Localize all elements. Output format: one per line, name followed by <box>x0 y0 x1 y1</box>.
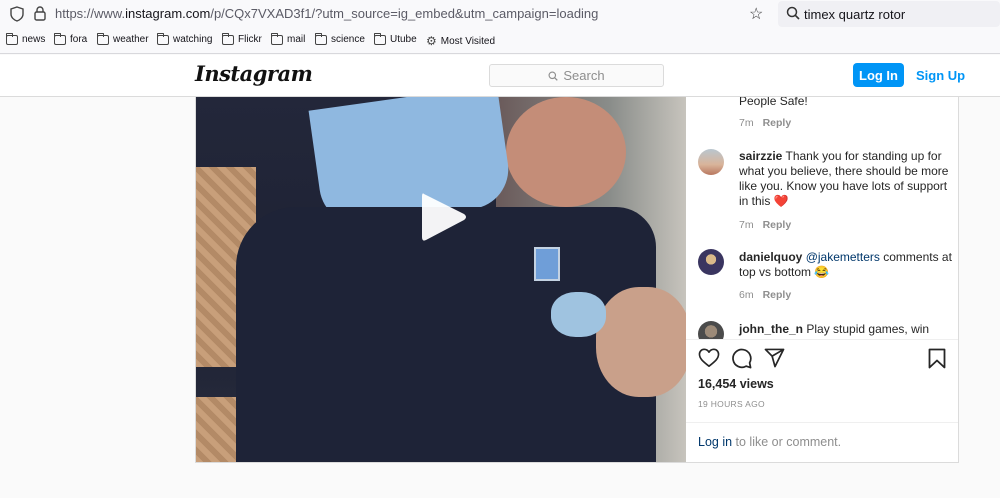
reply-button[interactable]: Reply <box>763 289 792 301</box>
search-icon <box>786 6 800 20</box>
instagram-logo[interactable]: Instagram <box>195 61 313 86</box>
view-count[interactable]: 16,454 views <box>698 377 774 391</box>
bookmark-watching[interactable]: watching <box>157 32 212 45</box>
bookmark-weather[interactable]: weather <box>97 32 149 45</box>
browser-search-field[interactable]: timex quartz rotor <box>778 1 1000 27</box>
post-side-panel: People Safe! 7m Reply sairzzie Thank you … <box>686 97 958 462</box>
comment-text: john_the_n Play stupid games, win <box>739 322 930 336</box>
reply-button[interactable]: Reply <box>763 117 792 129</box>
folder-icon <box>97 32 109 45</box>
folder-icon <box>222 32 234 45</box>
instagram-search-input[interactable]: Search <box>489 64 664 87</box>
mention-link[interactable]: @jakemetters <box>806 250 880 264</box>
comment-age: 7m <box>739 117 754 129</box>
search-query: timex quartz rotor <box>804 7 906 22</box>
bookmark-science[interactable]: science <box>315 32 365 45</box>
bookmark-star-icon[interactable]: ☆ <box>749 4 763 24</box>
share-icon[interactable] <box>764 348 785 368</box>
avatar[interactable] <box>698 321 724 339</box>
video-officer-jacket <box>236 207 656 462</box>
post-actions: 16,454 views 19 HOURS AGO Log in to like… <box>686 339 958 462</box>
browser-url-bar: https://www.instagram.com/p/CQx7VXAD3f1/… <box>0 0 1000 28</box>
comment-icon[interactable] <box>731 348 752 369</box>
comment-text: danielquoy @jakemetters comments at top … <box>739 250 952 279</box>
video-officer-head <box>596 287 686 397</box>
video-figure-head <box>506 97 626 207</box>
comments-list[interactable]: People Safe! 7m Reply sairzzie Thank you … <box>686 97 958 339</box>
video-mask <box>551 292 606 337</box>
login-link[interactable]: Log in <box>698 435 732 449</box>
folder-icon <box>374 32 386 45</box>
bookmark-most-visited[interactable]: ⚙ Most Visited <box>426 34 495 48</box>
signup-link[interactable]: Sign Up <box>916 68 965 83</box>
video-player[interactable] <box>196 97 686 462</box>
comment-age: 6m <box>739 289 754 301</box>
reply-button[interactable]: Reply <box>763 219 792 231</box>
folder-icon <box>315 32 327 45</box>
post-timestamp[interactable]: 19 HOURS AGO <box>698 399 765 409</box>
bookmark-news[interactable]: news <box>6 32 45 45</box>
video-badge <box>534 247 560 281</box>
bookmark-flickr[interactable]: Flickr <box>222 32 262 45</box>
avatar[interactable] <box>698 149 724 175</box>
comment-username[interactable]: john_the_n <box>739 322 803 336</box>
search-placeholder: Search <box>563 68 605 83</box>
comment-age: 7m <box>739 219 754 231</box>
login-button[interactable]: Log In <box>853 63 904 87</box>
heart-icon[interactable] <box>698 348 720 368</box>
login-prompt-text: to like or comment. <box>732 435 842 449</box>
login-prompt: Log in to like or comment. <box>686 422 958 462</box>
bookmarks-toolbar: news fora weather watching Flickr mail s… <box>0 28 1000 54</box>
bookmark-utube[interactable]: Utube <box>374 32 417 45</box>
shield-icon[interactable] <box>10 6 24 22</box>
gear-icon: ⚙ <box>426 34 437 48</box>
url-field[interactable]: https://www.instagram.com/p/CQx7VXAD3f1/… <box>55 6 598 21</box>
avatar[interactable] <box>698 249 724 275</box>
play-icon[interactable] <box>418 190 468 244</box>
comment-meta: 7m Reply <box>739 117 791 129</box>
comment-text: People Safe! <box>739 97 808 108</box>
bookmark-icon[interactable] <box>928 348 946 369</box>
bookmark-fora[interactable]: fora <box>54 32 87 45</box>
comment-text: sairzzie Thank you for standing up for w… <box>739 149 949 208</box>
comment-meta: 6m Reply <box>739 289 791 301</box>
search-icon <box>548 71 559 81</box>
comment-username[interactable]: danielquoy <box>739 250 802 264</box>
comment-username[interactable]: sairzzie <box>739 149 782 163</box>
folder-icon <box>271 32 283 45</box>
folder-icon <box>6 32 18 45</box>
folder-icon <box>157 32 169 45</box>
comment-meta: 7m Reply <box>739 219 791 231</box>
folder-icon <box>54 32 66 45</box>
lock-icon[interactable] <box>34 6 46 21</box>
bookmark-mail[interactable]: mail <box>271 32 305 45</box>
post-card: People Safe! 7m Reply sairzzie Thank you … <box>195 97 959 463</box>
instagram-header: Instagram Search Log In Sign Up <box>0 55 1000 97</box>
